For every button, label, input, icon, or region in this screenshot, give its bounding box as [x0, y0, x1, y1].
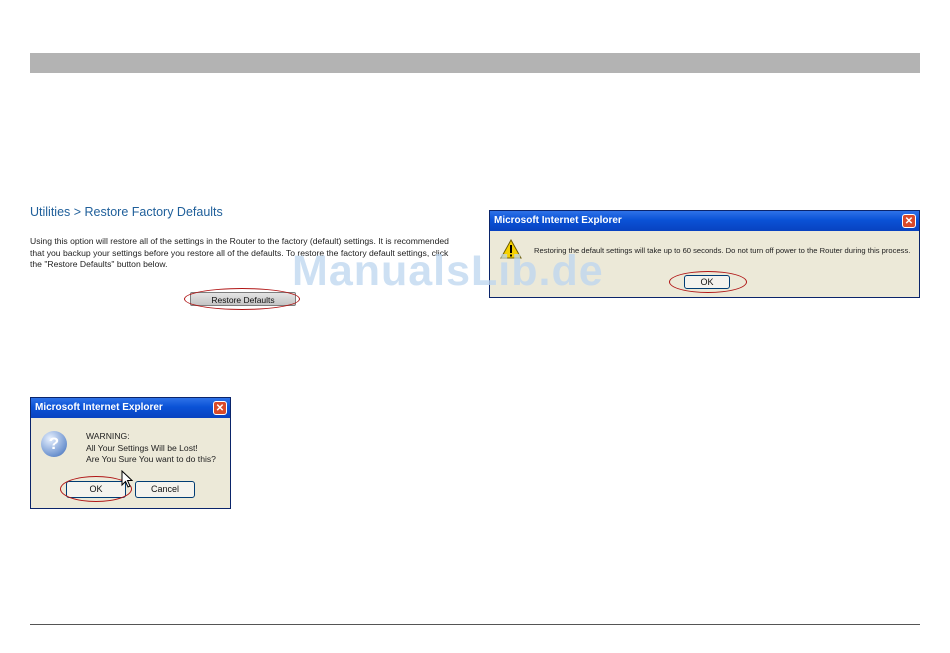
page-title: Utilities > Restore Factory Defaults: [30, 205, 223, 219]
dialog-title: Microsoft Internet Explorer: [490, 211, 919, 231]
bottom-divider: [30, 624, 920, 625]
ok-button[interactable]: OK: [66, 481, 126, 498]
ok-button[interactable]: OK: [684, 275, 730, 289]
close-icon[interactable]: ✕: [902, 214, 916, 228]
restore-defaults-button[interactable]: Restore Defaults: [190, 292, 296, 306]
dialog-title: Microsoft Internet Explorer: [31, 398, 230, 418]
header-bar: [30, 53, 920, 73]
dialog-message: Restoring the default settings will take…: [534, 246, 911, 255]
info-dialog: Microsoft Internet Explorer ✕ Restoring …: [489, 210, 920, 298]
confirm-dialog: Microsoft Internet Explorer ✕ ? WARNING:…: [30, 397, 231, 509]
question-icon: ?: [41, 431, 67, 457]
close-icon[interactable]: ✕: [213, 401, 227, 415]
warning-line: WARNING:: [86, 431, 130, 441]
dialog-message: WARNING: All Your Settings Will be Lost!…: [86, 431, 216, 466]
warning-line: All Your Settings Will be Lost!: [86, 442, 198, 453]
warning-icon: [500, 238, 522, 264]
mouse-pointer-icon: [121, 469, 134, 493]
cancel-button[interactable]: Cancel: [135, 481, 195, 498]
page-description: Using this option will restore all of th…: [30, 236, 449, 269]
warning-line: Are You Sure You want to do this?: [86, 454, 216, 464]
